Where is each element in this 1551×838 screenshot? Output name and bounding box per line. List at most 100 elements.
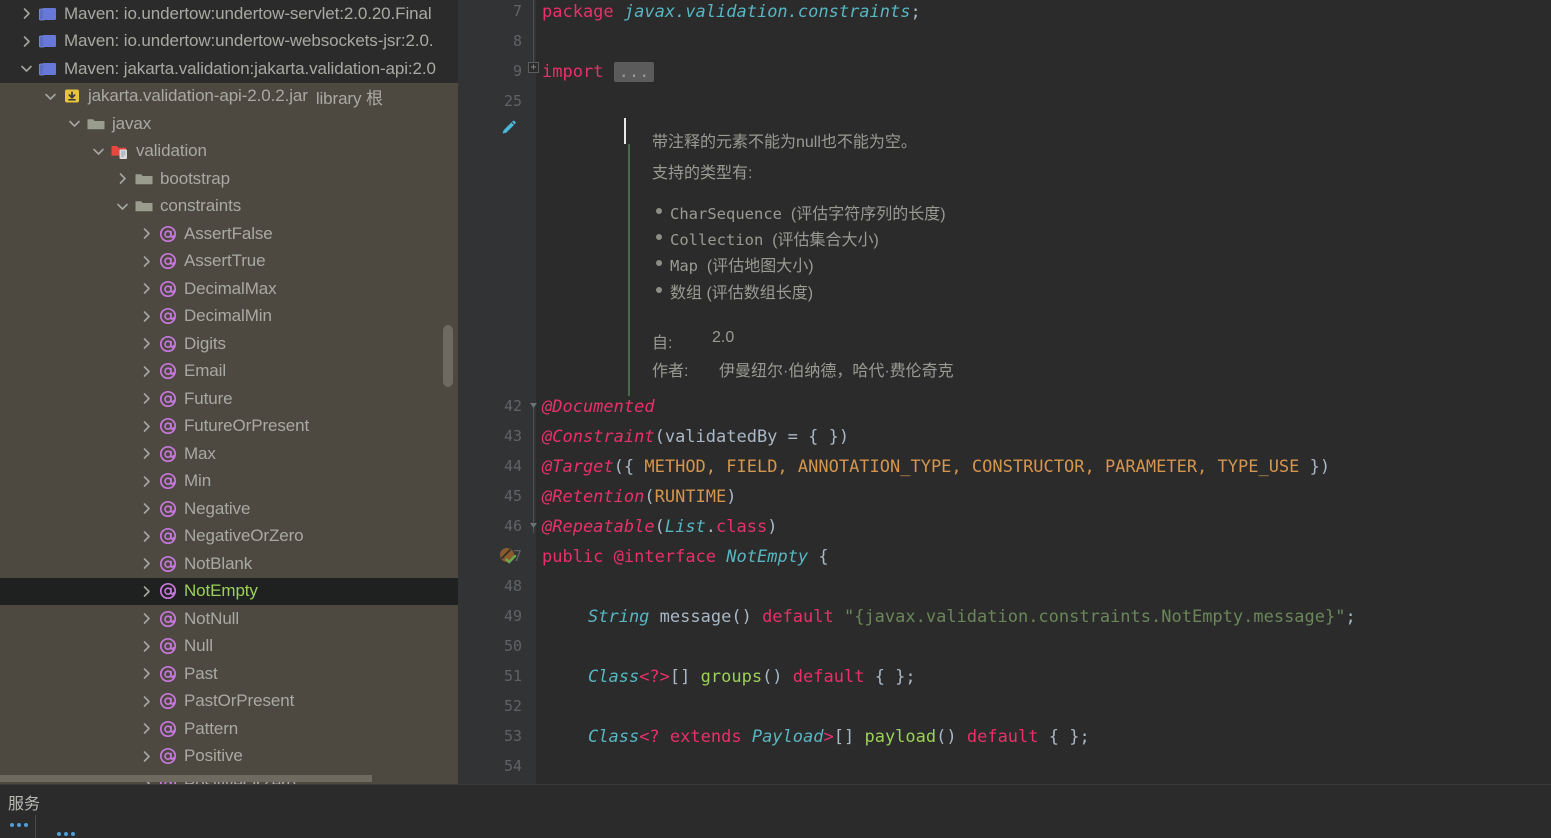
pencil-icon[interactable]: [499, 119, 517, 137]
bullet-icon: [656, 234, 662, 240]
annotation-icon: [158, 444, 178, 464]
chevron-right-icon[interactable]: [138, 225, 155, 242]
tree-item-negative[interactable]: Negative: [0, 495, 458, 523]
chevron-right-icon[interactable]: [138, 555, 155, 572]
chevron-right-icon[interactable]: [138, 280, 155, 297]
fold-line-javadoc: [533, 0, 534, 62]
chevron-right-icon[interactable]: [138, 363, 155, 380]
tree-item-decimalmax[interactable]: DecimalMax: [0, 275, 458, 303]
chevron-down-icon[interactable]: [18, 60, 35, 77]
keyword-extends: extends: [670, 727, 742, 747]
keyword-default: default: [793, 667, 865, 687]
chevron-right-icon[interactable]: [138, 583, 155, 600]
tree-item-maven-io-undertow-undertow-websockets-jsr-2-0-[interactable]: Maven: io.undertow:undertow-websockets-j…: [0, 28, 458, 56]
editor-gutter[interactable]: 7892542434445464748495051525354: [458, 0, 536, 784]
annotation-icon: [158, 416, 178, 436]
tree-item-asserttrue[interactable]: AssertTrue: [0, 248, 458, 276]
console-more-options-icon[interactable]: [57, 832, 75, 836]
tree-item-max[interactable]: Max: [0, 440, 458, 468]
tree-item-futureorpresent[interactable]: FutureOrPresent: [0, 413, 458, 441]
tree-item-negativeorzero[interactable]: NegativeOrZero: [0, 523, 458, 551]
chevron-right-icon[interactable]: [138, 610, 155, 627]
chevron-right-icon[interactable]: [138, 390, 155, 407]
fold-marker-import[interactable]: +: [528, 62, 539, 73]
chevron-right-icon[interactable]: [138, 473, 155, 490]
fold-marker-repeatable[interactable]: [528, 520, 539, 531]
type-payload: Payload: [752, 727, 824, 747]
chevron-right-icon[interactable]: [138, 418, 155, 435]
chevron-down-icon[interactable]: [42, 88, 59, 105]
tree-vertical-scrollbar[interactable]: [443, 325, 453, 387]
tree-item-digits[interactable]: Digits: [0, 330, 458, 358]
tree-item-bootstrap[interactable]: bootstrap: [0, 165, 458, 193]
tree-item-label: NotNull: [184, 609, 239, 629]
string-message-key: "{javax.validation.constraints.NotEmpty.…: [844, 607, 1346, 627]
retention-constant: RUNTIME: [655, 487, 727, 507]
code-editor[interactable]: 7892542434445464748495051525354 +: [458, 0, 1551, 784]
tree-item-future[interactable]: Future: [0, 385, 458, 413]
chevron-right-icon[interactable]: [18, 33, 35, 50]
folded-imports-placeholder[interactable]: ...: [614, 62, 655, 82]
tree-item-label: NotEmpty: [184, 581, 258, 601]
annotation-icon: [158, 251, 178, 271]
chevron-down-icon[interactable]: [114, 198, 131, 215]
services-more-options-icon[interactable]: [10, 823, 28, 827]
chevron-right-icon[interactable]: [18, 5, 35, 22]
library-icon: [38, 59, 58, 79]
project-tree-panel[interactable]: Maven: io.undertow:undertow-servlet:2.0.…: [0, 0, 458, 784]
chevron-right-icon[interactable]: [138, 693, 155, 710]
line-number: 25: [504, 92, 522, 110]
tree-item-pastorpresent[interactable]: PastOrPresent: [0, 688, 458, 716]
fold-marker-documented[interactable]: [528, 400, 539, 411]
tree-item-null[interactable]: Null: [0, 633, 458, 661]
chevron-right-icon[interactable]: [138, 528, 155, 545]
tree-item-positive[interactable]: Positive: [0, 743, 458, 771]
annotation-icon: [158, 471, 178, 491]
ide-window: Maven: io.undertow:undertow-servlet:2.0.…: [0, 0, 1551, 838]
javadoc-summary: 带注释的元素不能为null也不能为空。: [652, 128, 917, 152]
text-caret: [624, 118, 626, 144]
tree-item-jakarta-validation-api-2-0-2-jar[interactable]: jakarta.validation-api-2.0.2.jarlibrary …: [0, 83, 458, 111]
annotation-icon: [158, 499, 178, 519]
chevron-right-icon[interactable]: [138, 665, 155, 682]
chevron-down-icon[interactable]: [90, 143, 107, 160]
tree-item-assertfalse[interactable]: AssertFalse: [0, 220, 458, 248]
tree-item-decimalmin[interactable]: DecimalMin: [0, 303, 458, 331]
tree-item-validation[interactable]: validation: [0, 138, 458, 166]
annotation-icon: [158, 691, 178, 711]
tree-item-maven-jakarta-validation-jakarta-validation-api-2-0[interactable]: Maven: jakarta.validation:jakarta.valida…: [0, 55, 458, 83]
tree-item-notblank[interactable]: NotBlank: [0, 550, 458, 578]
tree-item-notnull[interactable]: NotNull: [0, 605, 458, 633]
chevron-right-icon[interactable]: [138, 638, 155, 655]
class-compiled-icon[interactable]: [498, 546, 518, 566]
chevron-right-icon[interactable]: [138, 500, 155, 517]
javadoc-left-bar: [628, 144, 630, 396]
services-title: 服务: [8, 790, 40, 814]
chevron-right-icon[interactable]: [138, 445, 155, 462]
tree-item-label: FutureOrPresent: [184, 416, 309, 436]
tree-horizontal-scrollbar[interactable]: [0, 775, 372, 782]
chevron-right-icon[interactable]: [138, 720, 155, 737]
tree-item-pattern[interactable]: Pattern: [0, 715, 458, 743]
tree-item-label: NotBlank: [184, 554, 252, 574]
tree-item-email[interactable]: Email: [0, 358, 458, 386]
chevron-down-icon[interactable]: [66, 115, 83, 132]
tree-item-min[interactable]: Min: [0, 468, 458, 496]
line-number: 45: [504, 487, 522, 505]
chevron-right-icon[interactable]: [138, 253, 155, 270]
tree-item-javax[interactable]: javax: [0, 110, 458, 138]
editor-text-area[interactable]: + package javax.validation.constraints; …: [536, 0, 1551, 784]
chevron-right-icon[interactable]: [138, 335, 155, 352]
line-number: 54: [504, 757, 522, 775]
tree-item-label: Maven: jakarta.validation:jakarta.valida…: [64, 59, 436, 79]
chevron-right-icon[interactable]: [114, 170, 131, 187]
tree-item-notempty[interactable]: NotEmpty: [0, 578, 458, 606]
tree-item-label: Positive: [184, 746, 243, 766]
chevron-right-icon[interactable]: [138, 308, 155, 325]
tree-item-label: Past: [184, 664, 218, 684]
tree-item-label: Negative: [184, 499, 250, 519]
chevron-right-icon[interactable]: [138, 748, 155, 765]
tree-item-past[interactable]: Past: [0, 660, 458, 688]
tree-item-constraints[interactable]: constraints: [0, 193, 458, 221]
tree-item-maven-io-undertow-undertow-servlet-2-0-20-final[interactable]: Maven: io.undertow:undertow-servlet:2.0.…: [0, 0, 458, 28]
